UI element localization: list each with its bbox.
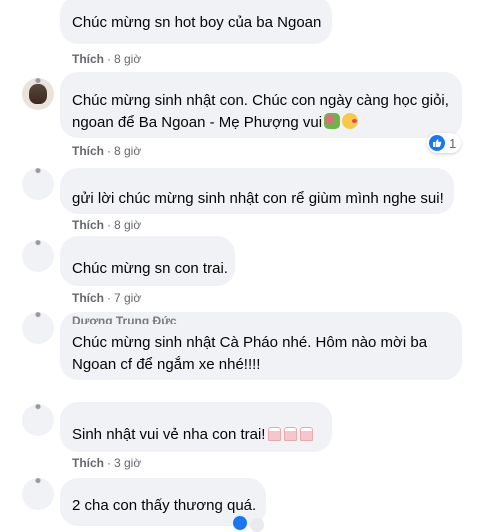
bouquet-emoji: [324, 113, 341, 129]
comment-bubble: Dương Trung Đức Chúc mừng sinh nhật Cà P…: [60, 312, 462, 380]
comment-author[interactable]: [72, 72, 212, 82]
cake-emoji: [284, 427, 298, 441]
comment-meta: Thích · 8 giờ: [72, 144, 142, 158]
avatar[interactable]: [22, 240, 54, 272]
comment-meta: Thích · 8 giờ: [72, 218, 142, 232]
comment-text: gửi lời chúc mừng sinh nhật con rể giùm …: [72, 190, 444, 207]
comment-time[interactable]: 7 giờ: [114, 291, 141, 305]
comment-text: Sinh nhật vui vẻ nha con trai!: [72, 424, 320, 446]
comment-bubble: Chúc mừng sinh nhật con. Chúc con ngày c…: [60, 72, 462, 138]
comment-meta: Thích · 7 giờ: [72, 291, 142, 305]
kiss-emoji: [342, 113, 359, 129]
comment-text-line-1: Chúc mừng sinh nhật Cà Pháo nhé. Hôm nào…: [72, 334, 428, 351]
comment-text-line-2: ngoan để Ba Ngoan - Mẹ Phượng vui: [72, 112, 450, 134]
cake-emoji: [268, 427, 282, 441]
comment-text-line-2: Ngoan cf để ngắm xe nhé!!!!: [72, 356, 261, 373]
comment-text: Chúc mừng sn hot boy của ba Ngoan: [72, 14, 322, 31]
comment-time[interactable]: 8 giờ: [114, 218, 141, 232]
like-reaction-icon: [429, 135, 445, 151]
avatar[interactable]: [22, 168, 54, 200]
like-link[interactable]: Thích: [72, 456, 104, 470]
comment-bubble: gửi lời chúc mừng sinh nhật con rể giùm …: [60, 168, 454, 214]
cake-emoji: [300, 427, 314, 441]
comment-author[interactable]: Dương Trung Đức: [72, 316, 212, 324]
comment-bubble: Chúc mừng sn hot boy của ba Ngoan: [60, 0, 332, 44]
comment-bubble: Chúc mừng sn con trai.: [60, 236, 235, 286]
reaction-summary[interactable]: 1: [427, 133, 462, 153]
like-reaction-icon[interactable]: [233, 516, 247, 530]
love-reaction-icon[interactable]: [250, 518, 264, 532]
comment-time[interactable]: 8 giờ: [114, 52, 141, 66]
avatar[interactable]: [22, 478, 54, 510]
avatar[interactable]: [22, 78, 54, 110]
like-link[interactable]: Thích: [72, 52, 104, 66]
comment-meta: Thích · 3 giờ: [72, 456, 142, 470]
comment-bubble: Sinh nhật vui vẻ nha con trai!: [60, 402, 332, 452]
avatar[interactable]: [22, 404, 54, 436]
comment-text: Chúc mừng sn con trai.: [72, 260, 228, 277]
comment-time[interactable]: 3 giờ: [114, 456, 141, 470]
avatar[interactable]: [22, 312, 54, 344]
reaction-count: 1: [449, 135, 457, 151]
comment-time[interactable]: 8 giờ: [114, 144, 141, 158]
like-link[interactable]: Thích: [72, 218, 104, 232]
comment-text-line-1: Chúc mừng sinh nhật con. Chúc con ngày c…: [72, 92, 449, 109]
comment-text: 2 cha con thấy thương quá.: [72, 497, 257, 514]
like-link[interactable]: Thích: [72, 291, 104, 305]
like-link[interactable]: Thích: [72, 144, 104, 158]
comment-meta: Thích · 8 giờ: [72, 52, 142, 66]
